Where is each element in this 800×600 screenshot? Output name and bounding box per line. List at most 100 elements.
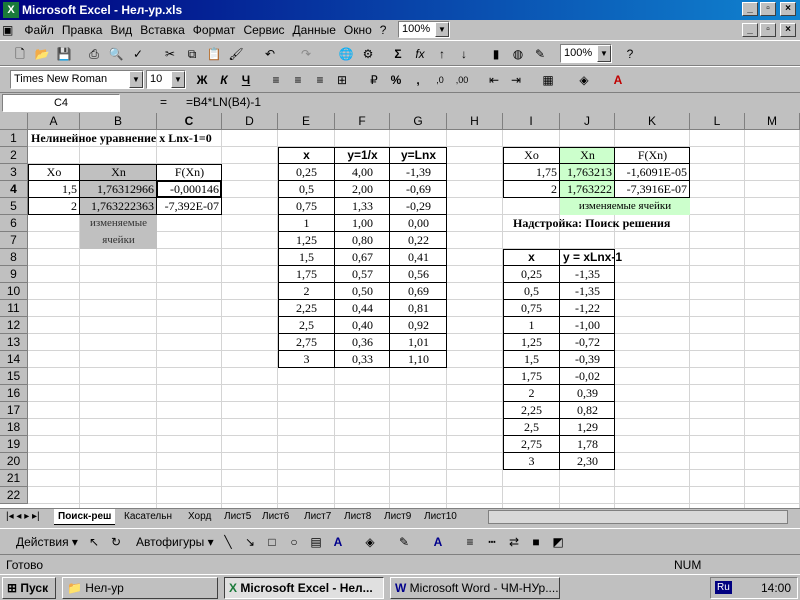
comma-style-icon[interactable]: , [408,71,428,89]
sort-asc-icon[interactable]: ↑ [432,45,452,63]
menu-item-4[interactable]: Формат [189,20,240,37]
open-folder-icon[interactable]: 📂 [32,45,52,63]
row-header-1[interactable]: 1 [0,130,28,147]
decrease-decimal-icon[interactable]: ,00 [452,71,472,89]
currency-icon[interactable]: ₽ [364,71,384,89]
line-style-icon[interactable]: ≡ [460,533,480,551]
sheet-tab-0[interactable]: Поиск-реш [54,509,116,525]
sheet-tab-4[interactable]: Лист6 [258,509,293,525]
left-note[interactable]: ячейки [80,232,157,249]
row-header-19[interactable]: 19 [0,436,28,453]
row-header-4[interactable]: 4 [0,181,28,198]
close-button[interactable]: × [780,2,796,16]
column-header-I[interactable]: I [503,113,560,130]
sheet-tab-3[interactable]: Лист5 [220,509,255,525]
borders-icon[interactable]: ▦ [538,71,558,89]
autoshapes-menu[interactable]: Автофигуры ▾ [136,535,214,549]
column-header-J[interactable]: J [560,113,615,130]
row-header-13[interactable]: 13 [0,334,28,351]
row-header-14[interactable]: 14 [0,351,28,368]
sheet-tab-8[interactable]: Лист10 [420,509,461,525]
wordart-icon[interactable]: A [328,533,348,551]
column-header-H[interactable]: H [447,113,503,130]
doc-minimize-button[interactable]: _ [742,23,758,37]
taskbar-item-folder[interactable]: 📁 Нел-ур [62,577,218,599]
row-header-9[interactable]: 9 [0,266,28,283]
menu-item-1[interactable]: Правка [58,20,107,37]
italic-button[interactable]: К [214,71,234,89]
column-header-F[interactable]: F [335,113,390,130]
column-header-A[interactable]: A [28,113,80,130]
column-header-K[interactable]: K [615,113,690,130]
zoom-combo[interactable]: 100% ▼ [560,44,612,63]
row-header-2[interactable]: 2 [0,147,28,164]
menu-zoom-combo[interactable]: 100% ▼ [398,21,450,38]
rotate-icon[interactable]: ↻ [106,533,126,551]
new-file-icon[interactable]: 🗋 [10,45,30,63]
line-icon[interactable]: ╲ [218,533,238,551]
row-header-22[interactable]: 22 [0,487,28,504]
chevron-down-icon[interactable]: ▼ [597,45,611,62]
row-header-6[interactable]: 6 [0,215,28,232]
sheet-tab-7[interactable]: Лист9 [380,509,415,525]
taskbar-item-word[interactable]: W Microsoft Word - ЧМ-НУр.... [390,577,560,599]
rectangle-icon[interactable]: □ [262,533,282,551]
bold-button[interactable]: Ж [192,71,212,89]
menu-item-2[interactable]: Вид [106,20,136,37]
hyperlink-icon[interactable]: 🌐 [336,45,356,63]
row-header-12[interactable]: 12 [0,317,28,334]
map-icon[interactable]: ◍ [508,45,528,63]
row-header-18[interactable]: 18 [0,419,28,436]
row-header-8[interactable]: 8 [0,249,28,266]
menu-item-5[interactable]: Сервис [239,20,288,37]
chevron-down-icon[interactable]: ▼ [171,71,185,88]
paste-icon[interactable]: 📋 [204,45,224,63]
redo-icon[interactable]: ↷ [296,45,316,63]
left-note[interactable]: изменяемые [80,215,157,232]
fill-color-icon[interactable]: ◈ [574,71,594,89]
menu-item-0[interactable]: Файл [20,20,58,37]
row-header-10[interactable]: 10 [0,283,28,300]
align-center-icon[interactable]: ≡ [288,71,308,89]
row-header-21[interactable]: 21 [0,470,28,487]
row-header-17[interactable]: 17 [0,402,28,419]
merge-center-icon[interactable]: ⊞ [332,71,352,89]
arrow-icon[interactable]: ↘ [240,533,260,551]
minimize-button[interactable]: _ [742,2,758,16]
select-arrow-icon[interactable]: ↖ [84,533,104,551]
spreadsheet-grid[interactable]: A B C D E F G H I J K L M 1 2 3 4 5 6 7 8 9 10 11 12 13 14 15 16 17 18… [0,113,800,508]
column-header-L[interactable]: L [690,113,745,130]
actions-menu[interactable]: Действия ▾ [16,535,78,549]
print-icon[interactable]: ⎙ [84,45,104,63]
percent-icon[interactable]: % [386,71,406,89]
row-header-3[interactable]: 3 [0,164,28,181]
sheet-tab-1[interactable]: Касательн [120,509,176,525]
sheet-tab-6[interactable]: Лист8 [340,509,375,525]
menu-item-8[interactable]: ? [376,20,391,37]
sheet-title[interactable]: Нелинейное уравнение x Lnx-1=0 [28,130,215,147]
column-header-M[interactable]: M [745,113,800,130]
font-size-combo[interactable]: 10 ▼ [146,70,186,89]
menu-item-3[interactable]: Вставка [136,20,189,37]
maximize-button[interactable]: ▫ [760,2,776,16]
font-color-icon[interactable]: A [428,533,448,551]
start-button[interactable]: ⊞ Пуск [2,577,56,599]
taskbar-item-excel[interactable]: X Microsoft Excel - Нел... [224,577,384,599]
row-header-11[interactable]: 11 [0,300,28,317]
format-painter-icon[interactable]: 🖌 [226,45,246,63]
increase-decimal-icon[interactable]: ,0 [430,71,450,89]
select-all-corner[interactable] [0,113,28,130]
column-header-C[interactable]: C [157,113,222,130]
formula-input[interactable]: =B4*LN(B4)-1 [186,95,261,109]
oval-icon[interactable]: ○ [284,533,304,551]
align-right-icon[interactable]: ≡ [310,71,330,89]
preview-icon[interactable]: 🔍 [106,45,126,63]
textbox-icon[interactable]: ▤ [306,533,326,551]
dash-style-icon[interactable]: ┅ [482,533,502,551]
tab-scroll-buttons[interactable]: |◂ ◂ ▸ ▸| [2,509,44,525]
chevron-down-icon[interactable]: ▼ [435,22,449,37]
shadow-icon[interactable]: ■ [526,533,546,551]
sort-desc-icon[interactable]: ↓ [454,45,474,63]
fill-color-icon[interactable]: ◈ [360,533,380,551]
column-header-D[interactable]: D [222,113,278,130]
